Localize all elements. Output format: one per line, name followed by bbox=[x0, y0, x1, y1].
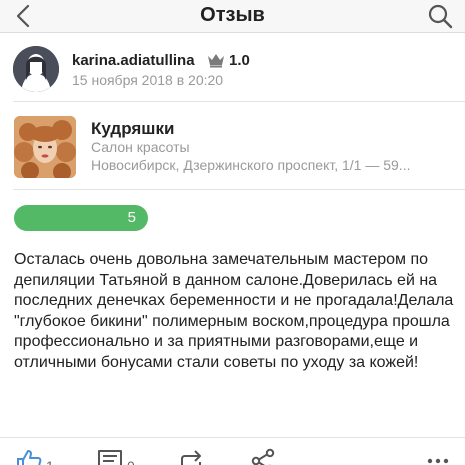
salon-photo-image bbox=[14, 116, 76, 178]
divider bbox=[13, 101, 465, 102]
review-text: Осталась очень довольна замечательным ма… bbox=[14, 251, 454, 371]
share-icon bbox=[251, 448, 275, 465]
more-icon bbox=[427, 458, 449, 464]
action-bar: 1 0 bbox=[0, 437, 465, 465]
review-author[interactable]: karina.adiatullina 1.0 15 ноября 2018 в … bbox=[0, 34, 465, 100]
share-button[interactable] bbox=[250, 448, 276, 465]
salon-photo[interactable] bbox=[14, 116, 76, 178]
salon-address: Новосибирск, Дзержинского проспект, 1/1 … bbox=[91, 157, 411, 173]
review-date: 15 ноября 2018 в 20:20 bbox=[72, 72, 224, 88]
salon-card[interactable]: Кудряшки Салон красоты Новосибирск, Дзер… bbox=[0, 108, 465, 188]
search-icon bbox=[428, 4, 453, 29]
comments-button[interactable]: 0 bbox=[97, 448, 135, 465]
salon-name[interactable]: Кудряшки bbox=[91, 119, 174, 139]
like-button[interactable]: 1 bbox=[16, 448, 54, 465]
repost-icon bbox=[181, 450, 201, 465]
thumbs-up-icon bbox=[17, 450, 42, 465]
comment-icon bbox=[98, 450, 122, 465]
page-title: Отзыв bbox=[200, 4, 265, 26]
top-bar: Отзыв bbox=[0, 0, 465, 33]
score-badge: 5 bbox=[14, 205, 148, 231]
score-value: 5 bbox=[127, 209, 136, 226]
search-button[interactable] bbox=[427, 3, 453, 29]
crown-icon bbox=[208, 54, 224, 68]
author-name[interactable]: karina.adiatullina bbox=[72, 52, 195, 69]
salon-type: Салон красоты bbox=[91, 139, 190, 155]
like-count: 1 bbox=[46, 458, 54, 465]
author-rating: 1.0 bbox=[229, 52, 250, 69]
more-button[interactable] bbox=[425, 448, 451, 465]
repost-button[interactable] bbox=[178, 448, 204, 465]
avatar[interactable] bbox=[13, 46, 59, 92]
divider bbox=[13, 189, 465, 190]
comment-count: 0 bbox=[127, 458, 135, 465]
avatar-icon bbox=[13, 46, 59, 92]
